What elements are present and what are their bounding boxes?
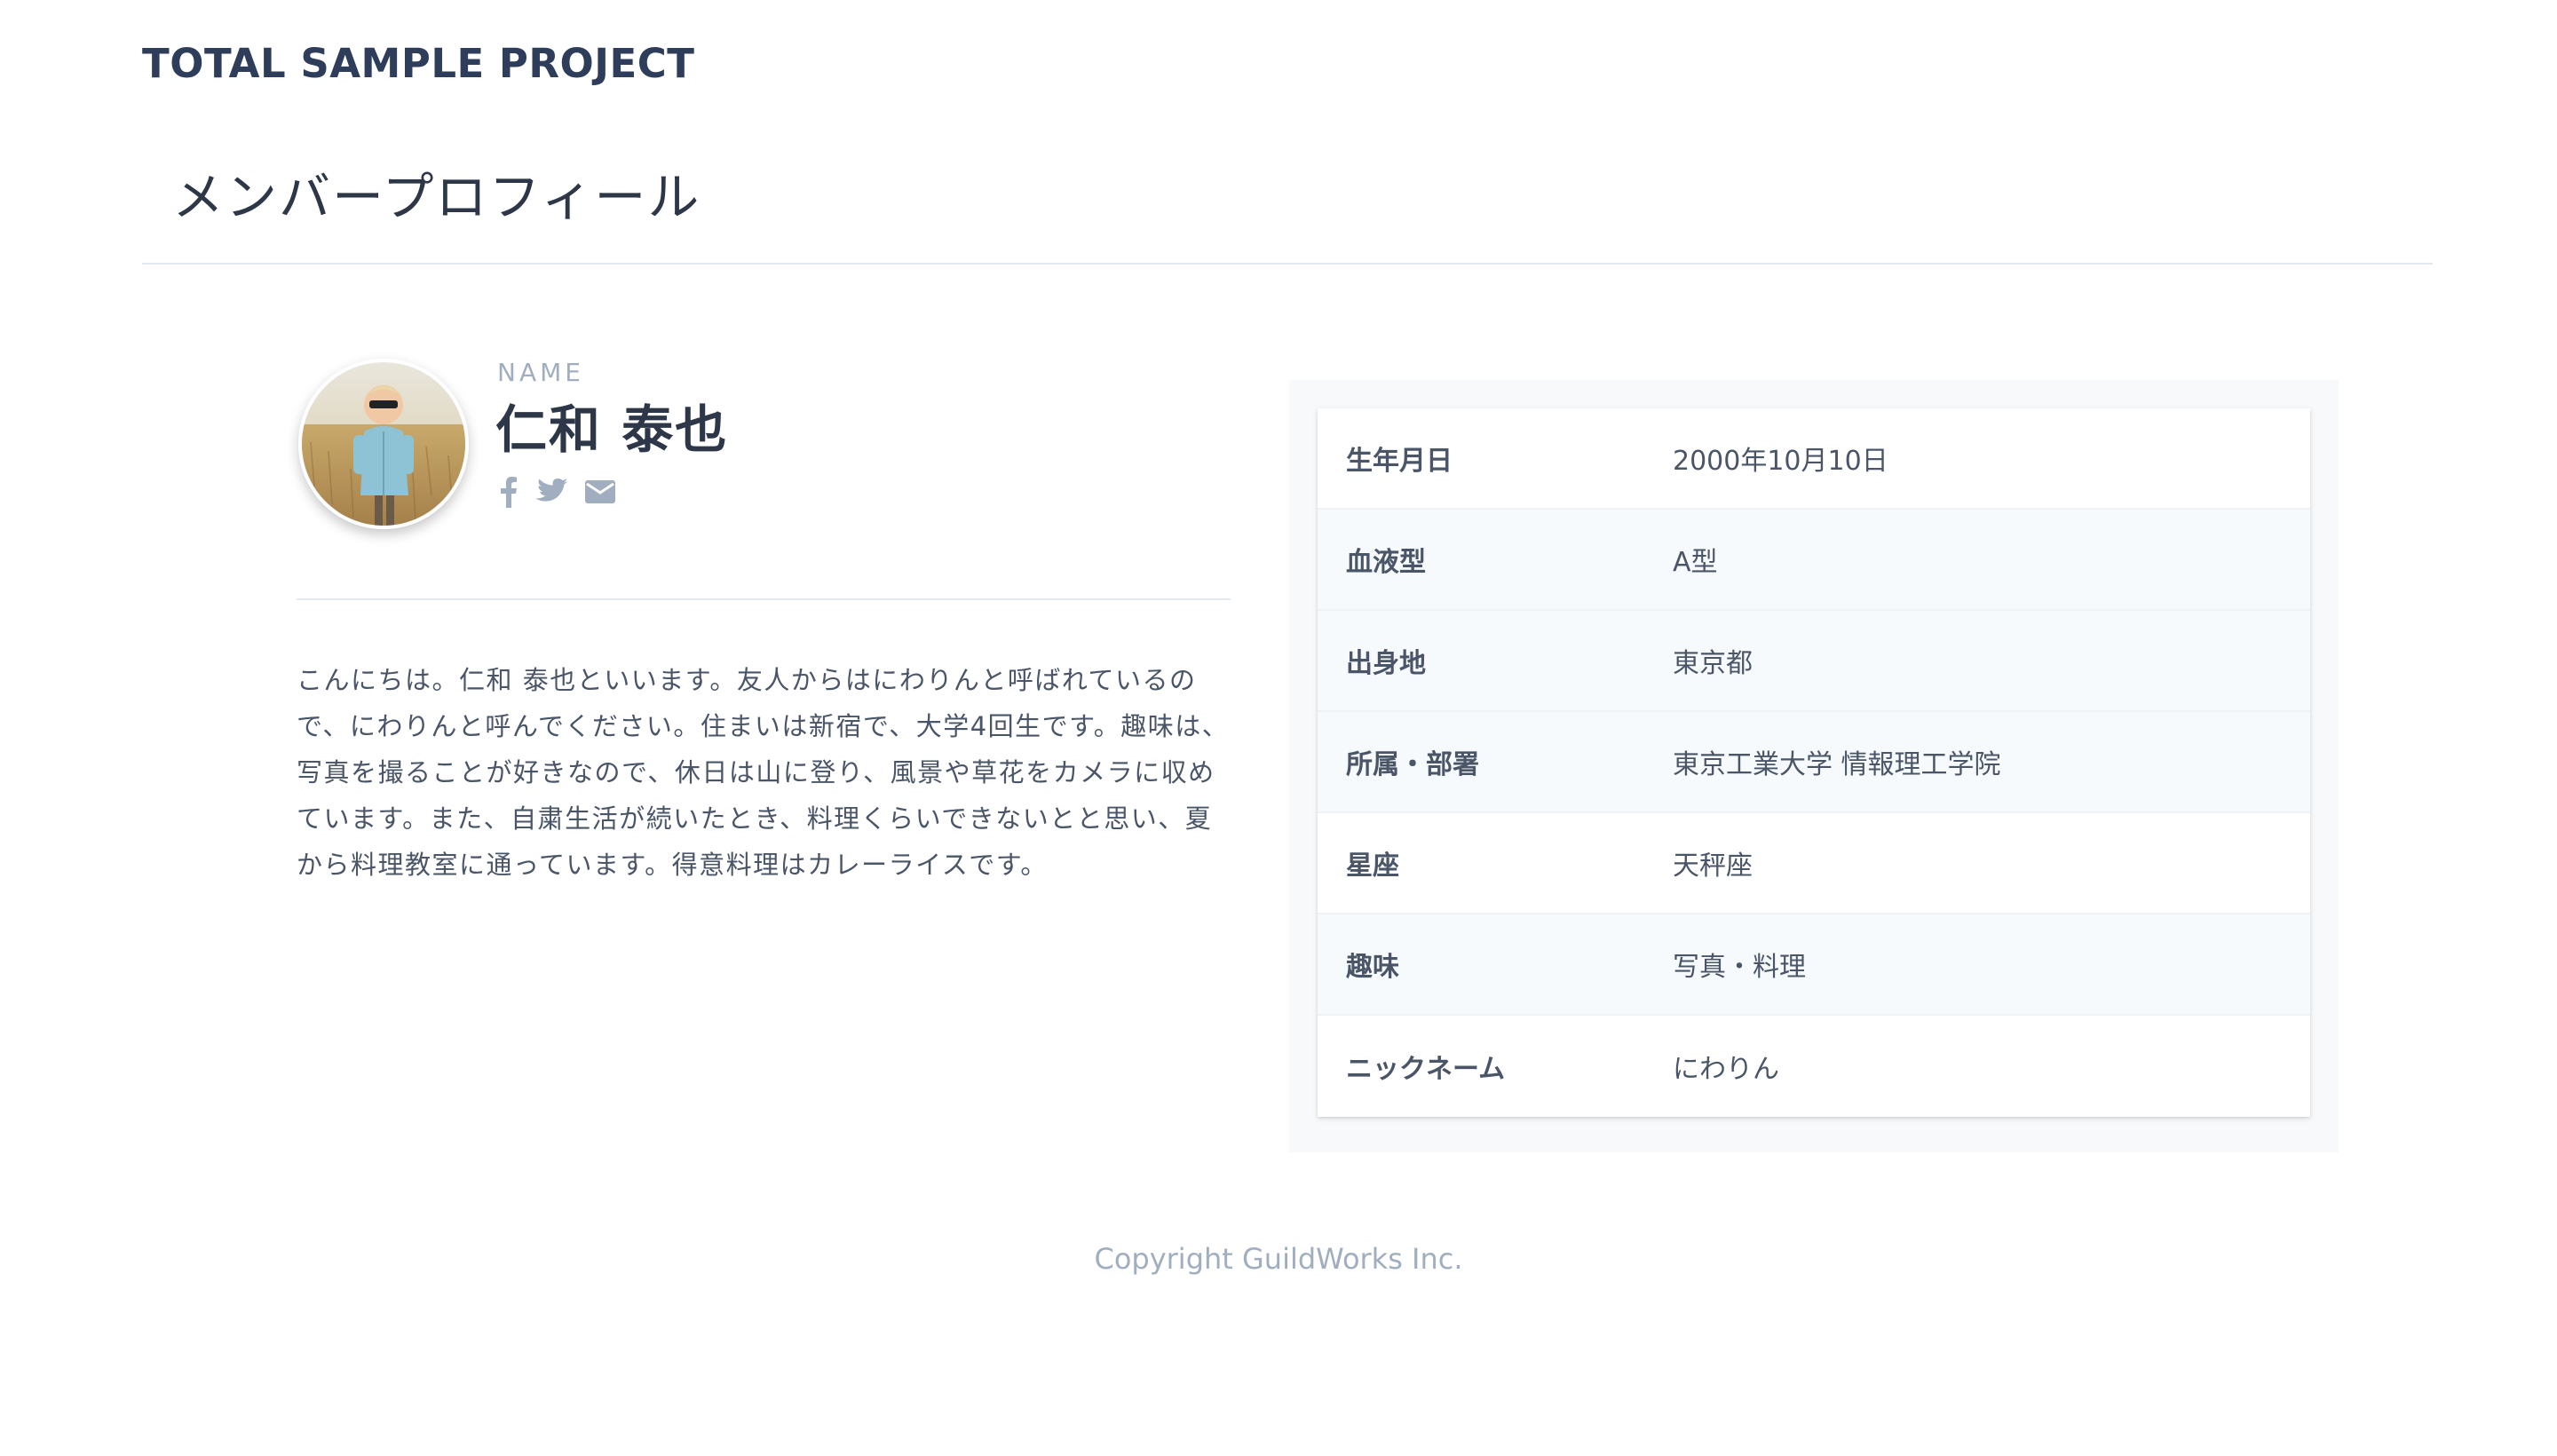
info-row-hobby: 趣味 写真・料理: [1318, 914, 2310, 1016]
twitter-icon[interactable]: [534, 478, 568, 510]
page-title: メンバープロフィール: [172, 167, 701, 227]
info-value: 写真・料理: [1673, 952, 1806, 983]
info-value: A型: [1673, 547, 1718, 578]
avatar: [298, 359, 469, 529]
info-label: 出身地: [1346, 648, 1426, 679]
info-value: 天秤座: [1673, 851, 1753, 882]
copyright: Copyright GuildWorks Inc.: [1094, 1242, 1463, 1276]
info-value: 東京工業大学 情報理工学院: [1673, 749, 2001, 780]
info-row-zodiac: 星座 天秤座: [1318, 813, 2310, 914]
info-row-blood-type: 血液型 A型: [1318, 510, 2310, 611]
member-name: 仁和 泰也: [495, 400, 729, 460]
info-value: にわりん: [1673, 1054, 1779, 1085]
info-row-affiliation: 所属・部署 東京工業大学 情報理工学院: [1318, 712, 2310, 813]
title-divider: [142, 263, 2433, 265]
name-caption: NAME: [497, 358, 584, 387]
facebook-icon[interactable]: [499, 476, 519, 511]
profile-divider: [297, 598, 1231, 600]
info-label: 趣味: [1346, 952, 1399, 983]
info-table: 生年月日 2000年10月10日 血液型 A型 出身地 東京都 所属・部署 東京…: [1318, 408, 2310, 1117]
info-value: 東京都: [1673, 648, 1753, 679]
info-label: 生年月日: [1346, 446, 1453, 477]
info-value: 2000年10月10日: [1673, 446, 1888, 477]
mail-icon[interactable]: [584, 479, 616, 508]
social-links: [499, 476, 616, 511]
info-panel: 生年月日 2000年10月10日 血液型 A型 出身地 東京都 所属・部署 東京…: [1289, 380, 2339, 1152]
info-label: 所属・部署: [1346, 749, 1479, 780]
info-label: 星座: [1346, 851, 1399, 882]
info-row-nickname: ニックネーム にわりん: [1318, 1016, 2310, 1117]
info-row-birthday: 生年月日 2000年10月10日: [1318, 408, 2310, 510]
bio-text: こんにちは。仁和 泰也といいます。友人からはにわりんと呼ばれているので、にわりん…: [297, 665, 1230, 880]
info-row-hometown: 出身地 東京都: [1318, 611, 2310, 712]
info-label: ニックネーム: [1346, 1054, 1506, 1085]
info-label: 血液型: [1346, 547, 1426, 578]
site-title[interactable]: TOTAL SAMPLE PROJECT: [142, 39, 695, 89]
avatar-photo: [302, 362, 465, 526]
